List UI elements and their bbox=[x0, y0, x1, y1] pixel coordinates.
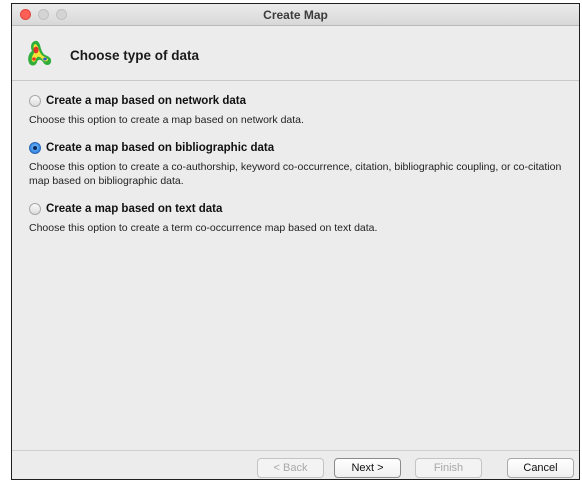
title-bar[interactable]: Create Map bbox=[12, 4, 579, 26]
back-button[interactable]: < Back bbox=[257, 458, 324, 478]
text-data-radio[interactable] bbox=[29, 203, 41, 215]
wizard-footer: < Back Next > Finish Cancel bbox=[12, 450, 579, 479]
text-data-label[interactable]: Create a map based on text data bbox=[46, 203, 222, 215]
network-data-radio[interactable] bbox=[29, 95, 41, 107]
text-data-description: Choose this option to create a term co-o… bbox=[29, 222, 378, 234]
create-map-dialog: Create Map Choose type of data Create a … bbox=[11, 3, 580, 480]
data-type-options: Create a map based on network data Choos… bbox=[12, 82, 579, 450]
network-data-description: Choose this option to create a map based… bbox=[29, 114, 304, 126]
cancel-button[interactable]: Cancel bbox=[507, 458, 574, 478]
option-text-data[interactable]: Create a map based on text data Choose t… bbox=[29, 201, 574, 235]
page-title: Choose type of data bbox=[70, 48, 200, 63]
option-bibliographic-data[interactable]: Create a map based on bibliographic data… bbox=[29, 140, 574, 188]
option-network-data[interactable]: Create a map based on network data Choos… bbox=[29, 93, 574, 127]
bibliographic-data-radio[interactable] bbox=[29, 142, 41, 154]
bibliographic-data-label[interactable]: Create a map based on bibliographic data bbox=[46, 142, 274, 154]
vosviewer-density-map-icon bbox=[28, 40, 52, 66]
wizard-header: Choose type of data bbox=[12, 27, 579, 81]
bibliographic-data-description: Choose this option to create a co-author… bbox=[29, 161, 562, 187]
network-data-label[interactable]: Create a map based on network data bbox=[46, 95, 246, 107]
finish-button[interactable]: Finish bbox=[415, 458, 482, 478]
window-title: Create Map bbox=[263, 8, 328, 22]
next-button[interactable]: Next > bbox=[334, 458, 401, 478]
